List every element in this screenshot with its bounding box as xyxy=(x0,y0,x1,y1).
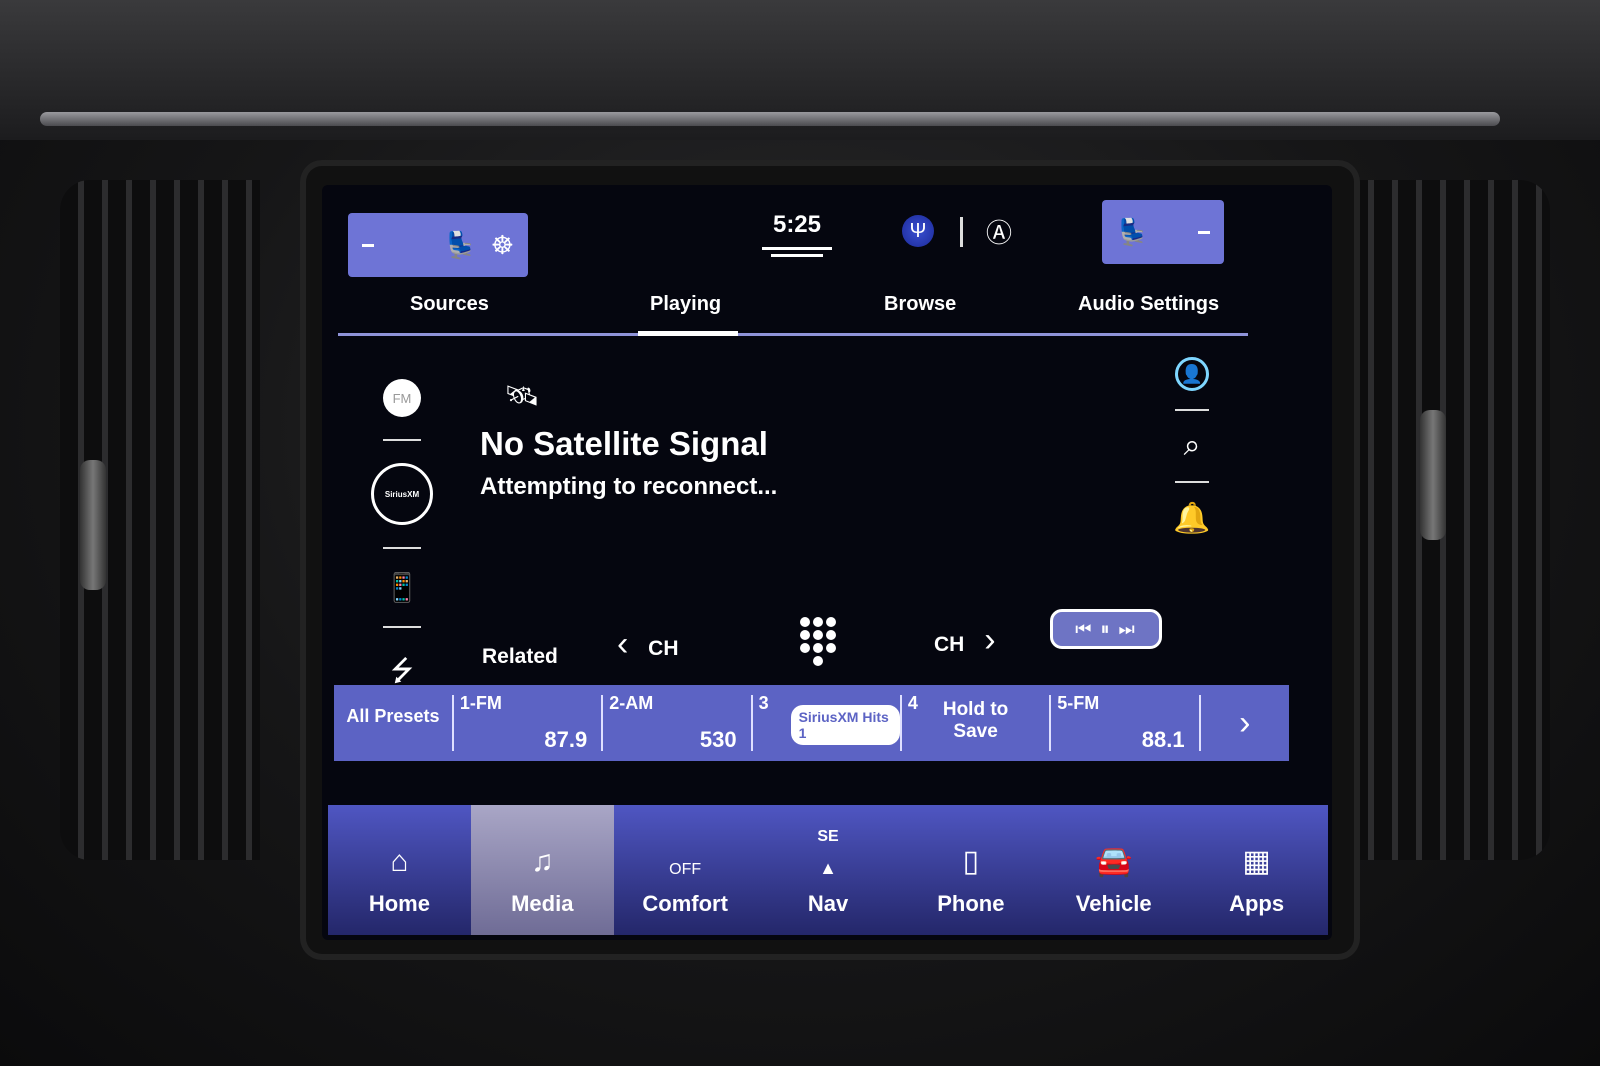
channel-next-label: CH xyxy=(934,633,965,656)
siriusxm-hits-logo: SiriusXM Hits 1 xyxy=(790,705,900,745)
source-rail: FM SiriusXM 📱 ⭍ xyxy=(362,375,442,698)
tab-audio-settings[interactable]: Audio Settings xyxy=(1078,293,1219,316)
seat-off-icon: OFF xyxy=(669,861,702,878)
nav-label: Vehicle xyxy=(1075,891,1152,916)
divider xyxy=(383,439,421,441)
preset-frequency: 530 xyxy=(699,727,737,752)
preset-frequency: 87.9 xyxy=(544,727,588,752)
nav-phone[interactable]: ▯ Phone xyxy=(899,805,1042,935)
right-air-vent xyxy=(1350,180,1550,860)
no-satellite-icon: 🛰 xyxy=(504,380,540,411)
minus-indicator xyxy=(1198,230,1210,234)
preset-2[interactable]: 2-AM 530 xyxy=(601,693,750,752)
nav-arrow-icon: ▲ xyxy=(819,858,837,878)
heated-seat-icon: 💺 xyxy=(444,229,477,260)
related-button[interactable]: Related xyxy=(482,645,558,669)
music-note-icon: ♫ xyxy=(531,845,554,878)
nav-label: Nav xyxy=(807,891,849,916)
preset-3[interactable]: 3 SiriusXM Hits 1 xyxy=(750,693,900,751)
nav-label: Home xyxy=(368,891,430,916)
bottom-nav: ⌂ Home ♫ Media OFF Comfort SE ▲ Nav ▯ Ph… xyxy=(328,805,1328,935)
trident-logo-icon[interactable]: Ψ xyxy=(902,215,934,247)
active-tab-indicator xyxy=(638,331,738,336)
clock-underline xyxy=(762,243,832,261)
all-presets-button[interactable]: All Presets xyxy=(334,695,452,751)
divider xyxy=(383,626,421,628)
preset-4[interactable]: 4 Hold to Save xyxy=(899,693,1049,751)
preset-number: 2-AM xyxy=(609,693,654,713)
tab-sources[interactable]: Sources xyxy=(410,293,489,316)
preset-frequency: 88.1 xyxy=(1141,727,1185,752)
notification-bell-icon[interactable]: 🔔 xyxy=(1162,501,1222,536)
presets-bar: All Presets 1-FM 87.9 2-AM 530 3 SiriusX… xyxy=(334,685,1289,761)
chevron-left-icon: ‹ xyxy=(617,625,629,663)
nav-vehicle[interactable]: 🚘 Vehicle xyxy=(1042,805,1185,935)
apps-grid-icon: ▦ xyxy=(1242,845,1271,878)
nav-home[interactable]: ⌂ Home xyxy=(328,805,471,935)
media-tabs: Sources Playing Browse Audio Settings xyxy=(338,280,1248,336)
nav-media[interactable]: ♫ Media xyxy=(470,805,614,935)
preset-number: 5-FM xyxy=(1057,693,1100,713)
infotainment-screen: 💺 ☸ 5:25 Ψ Ⓐ 💺 Sources Playing Browse Au… xyxy=(322,185,1332,940)
signal-status-title: No Satellite Signal xyxy=(480,425,768,462)
chrome-trim xyxy=(40,112,1500,126)
nav-comfort[interactable]: OFF Comfort xyxy=(614,805,757,935)
nav-label: Apps xyxy=(1229,891,1285,916)
nav-label: Phone xyxy=(937,891,1005,916)
preset-1[interactable]: 1-FM 87.9 xyxy=(451,693,601,752)
preset-5[interactable]: 5-FM 88.1 xyxy=(1049,693,1198,752)
heated-seat-icon: 💺 xyxy=(1116,216,1149,247)
transport-controls[interactable]: ⏮ ⏸ ⏭ xyxy=(1050,609,1162,649)
channel-prev-label: CH xyxy=(648,637,679,660)
clock: 5:25 xyxy=(772,211,822,238)
right-rail: 👤 ⌕ 🔔 xyxy=(1162,357,1222,536)
tab-underline xyxy=(338,333,1248,336)
source-fm[interactable]: FM xyxy=(383,379,421,417)
divider xyxy=(1175,481,1209,483)
divider xyxy=(960,217,963,247)
nav-navigation[interactable]: SE ▲ Nav xyxy=(757,805,900,935)
chevron-right-icon: › xyxy=(984,621,996,659)
preset-number: 1-FM xyxy=(459,693,502,713)
vent-knob-left xyxy=(80,460,106,590)
phone-music-icon[interactable]: 📱 xyxy=(362,571,442,604)
left-climate-button[interactable]: 💺 ☸ xyxy=(348,213,528,277)
presets-next-button[interactable]: › xyxy=(1198,695,1289,751)
signal-status-subtitle: Attempting to reconnect... xyxy=(480,473,778,500)
nav-label: Comfort xyxy=(642,891,728,916)
divider xyxy=(383,547,421,549)
profile-icon[interactable]: 👤 xyxy=(1175,357,1209,391)
vent-knob-right xyxy=(1420,410,1446,540)
minus-indicator xyxy=(362,243,374,247)
tab-browse[interactable]: Browse xyxy=(884,293,956,316)
right-climate-button[interactable]: 💺 xyxy=(1102,200,1224,264)
compass-heading: SE xyxy=(817,828,839,845)
nav-apps[interactable]: ▦ Apps xyxy=(1185,805,1328,935)
search-icon[interactable]: ⌕ xyxy=(1162,429,1222,463)
nav-label: Media xyxy=(511,891,574,916)
hold-to-save-label: Hold to Save xyxy=(942,699,1009,742)
keypad-icon[interactable] xyxy=(800,617,840,666)
source-siriusxm[interactable]: SiriusXM xyxy=(371,463,433,525)
divider xyxy=(1175,409,1209,411)
driver-assist-icon[interactable]: Ⓐ xyxy=(986,213,1012,250)
channel-prev-button[interactable]: ‹ CH xyxy=(617,625,679,664)
phone-icon: ▯ xyxy=(962,845,980,878)
channel-next-button[interactable]: CH › xyxy=(934,621,996,660)
car-icon: 🚘 xyxy=(1095,845,1133,878)
heated-steering-wheel-icon: ☸ xyxy=(490,229,514,260)
home-icon: ⌂ xyxy=(390,845,409,878)
tab-playing[interactable]: Playing xyxy=(650,293,721,316)
preset-number: 3 xyxy=(758,693,769,713)
